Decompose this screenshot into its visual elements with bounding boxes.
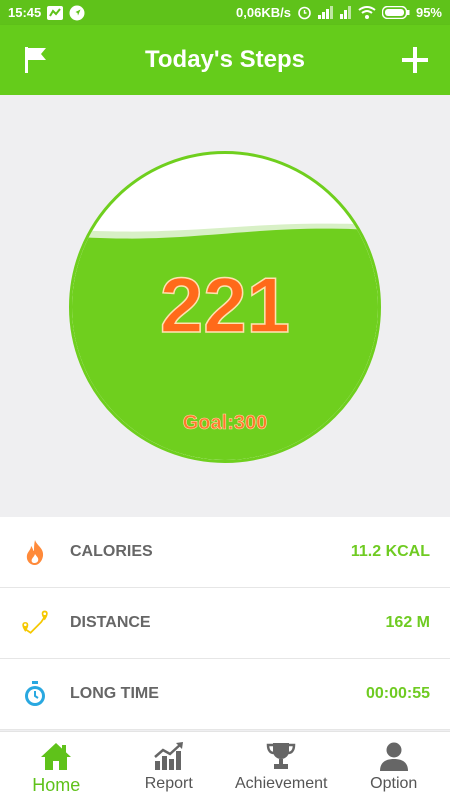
stat-label: CALORIES bbox=[70, 543, 153, 560]
stat-row-long-time: LONG TIME 00:00:55 bbox=[0, 659, 450, 730]
flame-icon bbox=[20, 537, 50, 567]
stat-row-distance: DISTANCE 162 M bbox=[0, 588, 450, 659]
app-bar: Today's Steps bbox=[0, 25, 450, 95]
nav-option[interactable]: Option bbox=[338, 732, 450, 800]
flag-icon[interactable] bbox=[22, 45, 50, 75]
nav-report[interactable]: Report bbox=[113, 732, 226, 800]
goal-text: Goal:300 bbox=[182, 412, 268, 435]
trophy-icon bbox=[265, 740, 297, 772]
stat-label: DISTANCE bbox=[70, 614, 151, 631]
nav-label: Option bbox=[370, 775, 418, 792]
route-pin-icon bbox=[20, 608, 50, 638]
battery-icon bbox=[381, 6, 410, 19]
plus-icon[interactable] bbox=[400, 45, 430, 75]
page-title: Today's Steps bbox=[145, 46, 305, 73]
home-icon bbox=[40, 740, 72, 772]
app-notification-icon bbox=[47, 5, 64, 20]
nav-achievement[interactable]: Achievement bbox=[225, 732, 338, 800]
stopwatch-icon bbox=[20, 679, 50, 709]
stat-value: 00:00:55 bbox=[365, 685, 430, 702]
nav-home[interactable]: Home bbox=[0, 732, 113, 800]
status-time: 15:45 bbox=[8, 5, 42, 20]
wifi-icon bbox=[358, 6, 376, 19]
stat-label: LONG TIME bbox=[70, 685, 159, 702]
signal-2-icon bbox=[339, 6, 352, 19]
step-progress-circle: 221 Goal:300 bbox=[68, 150, 382, 464]
step-count: 221 bbox=[159, 260, 291, 350]
report-chart-icon bbox=[153, 740, 185, 772]
bottom-navigation: Home Report Achievement Option bbox=[0, 731, 450, 800]
battery-level: 95% bbox=[415, 5, 442, 20]
progress-area: 221 Goal:300 bbox=[0, 95, 450, 517]
network-speed: 0,06KB/s bbox=[236, 5, 291, 20]
stat-value: 162 M bbox=[385, 614, 430, 631]
nav-label: Report bbox=[144, 775, 193, 792]
stats-list: CALORIES 11.2 KCAL DISTANCE 162 M LONG T… bbox=[0, 517, 450, 730]
status-bar: 15:45 0,06KB/s 95% bbox=[0, 0, 450, 25]
stat-row-calories: CALORIES 11.2 KCAL bbox=[0, 517, 450, 588]
navigation-arrow-icon bbox=[69, 5, 85, 21]
signal-icon bbox=[317, 6, 334, 19]
nav-label: Achievement bbox=[235, 775, 328, 792]
nav-label: Home bbox=[32, 775, 81, 795]
alarm-icon bbox=[297, 5, 312, 20]
user-icon bbox=[378, 740, 410, 772]
stat-value: 11.2 KCAL bbox=[350, 543, 430, 560]
